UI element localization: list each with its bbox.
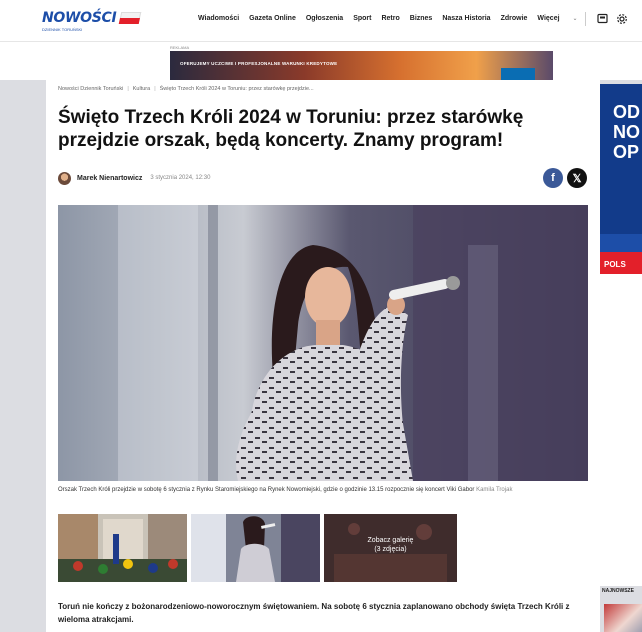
nav-item-zdrowie[interactable]: Zdrowie xyxy=(501,15,528,22)
nav-item-biznes[interactable]: Biznes xyxy=(410,15,433,22)
nav-item-retro[interactable]: Retro xyxy=(381,15,399,22)
x-icon: 𝕏 xyxy=(572,172,582,185)
sidebar-ad[interactable]: OD NO OP POLS xyxy=(600,84,642,274)
image-caption: Orszak Trzech Króli przejdzie w sobotę 6… xyxy=(58,486,588,494)
ad-banner-text: OFERUJEMY UCZCIWE I PROFESJONALNE WARUNK… xyxy=(180,61,338,66)
main-nav: Wiadomości Gazeta Online Ogłoszenia Spor… xyxy=(198,15,598,22)
breadcrumb-item-current: Święto Trzech Króli 2024 w Toruniu: prze… xyxy=(159,86,314,92)
nav-more-label: Więcej xyxy=(537,15,560,22)
breadcrumb-separator: | xyxy=(127,86,129,92)
logo-flag-icon xyxy=(119,12,142,24)
facebook-icon: f xyxy=(551,172,555,184)
gallery-thumb-more[interactable]: Zobacz galerię (3 zdjęcia) xyxy=(324,514,457,582)
newspaper-icon[interactable] xyxy=(596,13,608,25)
gallery-overlay: Zobacz galerię (3 zdjęcia) xyxy=(324,536,457,554)
sidebar-ad-bottom-text: POLS xyxy=(604,260,626,269)
sidebar-news-thumb[interactable] xyxy=(604,604,642,632)
gallery-count: (3 zdjęcia) xyxy=(374,546,407,553)
article-title: Święto Trzech Króli 2024 w Toruniu: prze… xyxy=(58,107,524,151)
facebook-share-button[interactable]: f xyxy=(543,168,563,188)
hero-image[interactable] xyxy=(58,205,588,481)
gallery-thumbnails: Zobacz galerię (3 zdjęcia) xyxy=(58,514,457,582)
breadcrumb-item-home[interactable]: Nowości Dziennik Toruński xyxy=(58,86,123,92)
nav-item-nasza-historia[interactable]: Nasza Historia xyxy=(442,15,490,22)
nav-divider xyxy=(585,12,586,26)
sidebar-blank xyxy=(600,274,642,586)
gallery-label: Zobacz galerię xyxy=(367,537,414,544)
gallery-thumb-1[interactable] xyxy=(58,514,187,582)
nav-item-ogloszenia[interactable]: Ogłoszenia xyxy=(306,15,343,22)
sidebar-ad-text: OD NO OP xyxy=(613,102,640,162)
author-row: Marek Nienartowicz 3 stycznia 2024, 12:3… xyxy=(58,171,210,185)
logo-text: NOWOŚCI xyxy=(42,10,117,26)
nav-item-sport[interactable]: Sport xyxy=(353,15,371,22)
publish-date: 3 stycznia 2024, 12:30 xyxy=(150,175,211,181)
settings-icon[interactable] xyxy=(616,13,628,25)
breadcrumb-separator: | xyxy=(154,86,156,92)
ad-label: REKLAMA xyxy=(170,45,190,50)
nav-item-gazeta-online[interactable]: Gazeta Online xyxy=(249,15,296,22)
article-lead: Toruń nie kończy z bożonarodzeniowo-nowo… xyxy=(58,602,570,624)
sidebar-section-heading: NAJNOWSZE xyxy=(602,588,634,594)
breadcrumb: Nowości Dziennik Toruński | Kultura | Święto… xyxy=(58,86,314,92)
site-logo[interactable]: NOWOŚCI DZIENNIK TORUŃSKI xyxy=(42,10,142,32)
ad-banner[interactable]: OFERUJEMY UCZCIWE I PROFESJONALNE WARUNK… xyxy=(170,51,553,80)
ad-badge xyxy=(501,68,535,80)
article-container: Nowości Dziennik Toruński | Kultura | Święto… xyxy=(46,80,600,632)
top-navigation-bar: NOWOŚCI DZIENNIK TORUŃSKI Wiadomości Gaz… xyxy=(0,0,642,42)
author-avatar[interactable] xyxy=(58,171,71,185)
nav-item-wiadomosci[interactable]: Wiadomości xyxy=(198,15,239,22)
ad-strip: REKLAMA OFERUJEMY UCZCIWE I PROFESJONALN… xyxy=(0,42,642,80)
photo-credit: Kamila Trojak xyxy=(476,487,513,493)
logo-subtitle: DZIENNIK TORUŃSKI xyxy=(42,27,83,32)
chevron-down-icon: ⌄ xyxy=(572,16,578,22)
gallery-thumb-2[interactable] xyxy=(191,514,320,582)
breadcrumb-item-kultura[interactable]: Kultura xyxy=(133,86,150,92)
nav-more-button[interactable]: Więcej ⌄ xyxy=(537,15,587,22)
caption-text: Orszak Trzech Króli przejdzie w sobotę 6… xyxy=(58,487,475,493)
author-name[interactable]: Marek Nienartowicz xyxy=(77,175,142,182)
x-share-button[interactable]: 𝕏 xyxy=(567,168,587,188)
